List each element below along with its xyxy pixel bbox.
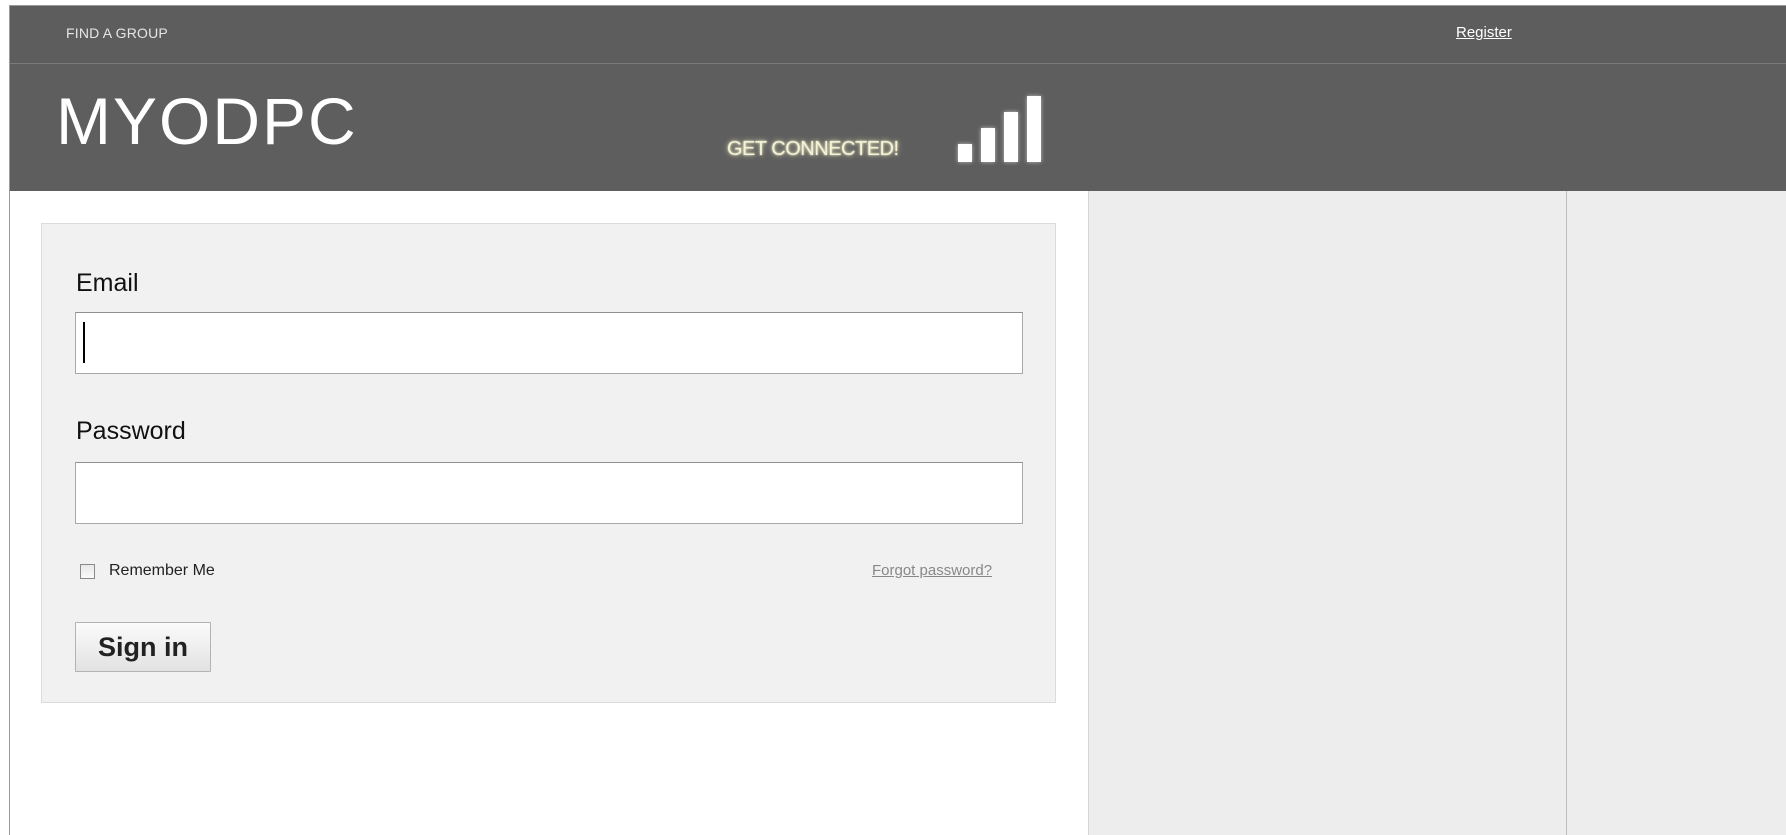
- signal-bar-3: [1004, 112, 1018, 162]
- email-field[interactable]: [75, 312, 1023, 374]
- browser-page: FIND A GROUP Register MYODPC GET CONNECT…: [9, 5, 1786, 835]
- remember-me-checkbox[interactable]: [80, 563, 95, 579]
- site-logo[interactable]: MYODPC: [56, 88, 358, 154]
- remember-me-label[interactable]: Remember Me: [109, 562, 215, 580]
- password-label: Password: [76, 417, 186, 445]
- signal-bar-2: [981, 128, 995, 162]
- register-link[interactable]: Register: [1456, 24, 1512, 41]
- remember-me-option[interactable]: Remember Me: [80, 562, 215, 580]
- forgot-password-link[interactable]: Forgot password?: [872, 562, 992, 579]
- login-panel: Email Password Remember Me Forgot passwo…: [41, 223, 1056, 703]
- tagline: GET CONNECTED!: [727, 138, 899, 160]
- text-cursor: [83, 322, 85, 363]
- right-sidebar: [1088, 191, 1786, 835]
- signal-bars-icon: [958, 96, 1048, 162]
- sidebar-divider: [1566, 191, 1567, 835]
- top-navigation-bar: FIND A GROUP Register: [10, 6, 1786, 64]
- signal-bar-1: [958, 144, 972, 162]
- sign-in-button[interactable]: Sign in: [75, 622, 211, 672]
- site-header: MYODPC GET CONNECTED!: [10, 64, 1786, 191]
- password-field[interactable]: [75, 462, 1023, 524]
- email-label: Email: [76, 269, 139, 297]
- find-a-group-link[interactable]: FIND A GROUP: [66, 25, 168, 41]
- signal-bar-4: [1027, 96, 1041, 162]
